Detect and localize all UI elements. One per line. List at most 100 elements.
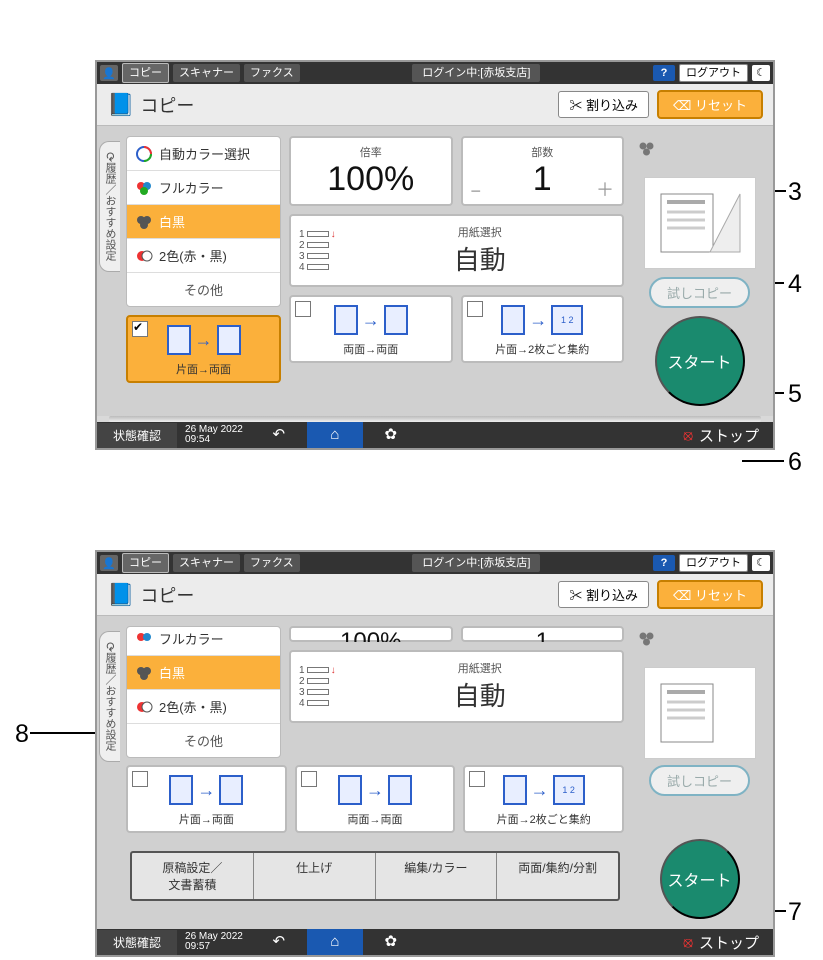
quantity-card[interactable]: 部数 1 − ＋	[461, 136, 625, 206]
reset-button[interactable]: ⌫ リセット	[657, 90, 763, 119]
qty-label: 部数	[531, 144, 553, 160]
bw-icon	[135, 213, 153, 231]
paper-label: 用紙選択	[346, 224, 614, 240]
duplex-icon: →	[334, 303, 408, 337]
color-other-label: その他	[184, 280, 223, 299]
duplex-1to2[interactable]: → 片面→両面	[126, 765, 287, 833]
footer: 状態確認 26 May 2022 09:54 ↶ ⌂ ✿ ⦻ ストップ	[97, 422, 773, 448]
system-topbar: 👤 コピー スキャナー ファクス ログイン中:[赤坂支店] ? ログアウト ☾	[97, 552, 773, 574]
paper-select-card[interactable]: 1 ↓ 2 3 4 用紙選択 自動	[289, 214, 624, 287]
duplex-a-label: 片面→両面	[176, 361, 231, 377]
color-bw[interactable]: 白黒	[127, 656, 280, 690]
color-auto-label: 自動カラー選択	[159, 144, 250, 163]
density-icon[interactable]	[638, 630, 656, 653]
logout-button[interactable]: ログアウト	[679, 64, 748, 82]
callout-3: 3	[788, 178, 802, 207]
app-header: 📘 コピー ✂ 割り込み ⌫ リセット	[97, 84, 773, 126]
stop-button[interactable]: ストップ	[699, 425, 773, 446]
interrupt-icon: ✂	[569, 588, 582, 603]
color-mode-list: フルカラー 白黒	[126, 626, 281, 758]
mode-scan[interactable]: スキャナー	[173, 64, 240, 82]
qty-value: 1	[533, 160, 552, 198]
tray-icon: 1 ↓ 2 3 4	[299, 665, 336, 709]
duplex-icon: →1 2	[501, 303, 583, 337]
paper-label: 用紙選択	[346, 660, 614, 676]
settings-button[interactable]: ✿	[363, 929, 419, 955]
color-bw[interactable]: 白黒	[127, 205, 280, 239]
tray-icon: 1 ↓ 2 3 4	[299, 229, 336, 273]
footer: 状態確認 26 May 2022 09:57 ↶ ⌂ ✿ ⦻ ストップ	[97, 929, 773, 955]
logout-button[interactable]: ログアウト	[679, 554, 748, 572]
status-button[interactable]: 状態確認	[97, 423, 177, 448]
trial-copy-button[interactable]: 試しコピー	[649, 277, 750, 308]
color-two[interactable]: 2色(赤・黒)	[127, 239, 280, 273]
bottom-tabs: 原稿設定／ 文書蓄積 仕上げ 編集/カラー 両面/集約/分割	[130, 851, 620, 901]
start-button[interactable]: スタート	[660, 839, 740, 919]
history-tab[interactable]: ⟳履歴／おすすめ設定	[99, 631, 120, 762]
qty-plus[interactable]: ＋	[596, 176, 614, 202]
mode-fax[interactable]: ファクス	[244, 554, 300, 572]
callout-line	[742, 460, 784, 462]
sleep-button[interactable]: ☾	[752, 65, 770, 81]
mode-copy[interactable]: コピー	[122, 63, 169, 83]
settings-button[interactable]: ✿	[363, 422, 419, 448]
color-other[interactable]: その他	[127, 724, 280, 757]
duplex-combine[interactable]: →1 2 片面→2枚ごと集約	[463, 765, 624, 833]
back-button[interactable]: ↶	[251, 929, 307, 955]
sleep-button[interactable]: ☾	[752, 555, 770, 571]
bw-icon	[135, 664, 153, 682]
mode-fax[interactable]: ファクス	[244, 64, 300, 82]
reset-label: リセット	[695, 588, 747, 603]
tab-original-settings[interactable]: 原稿設定／ 文書蓄積	[132, 853, 254, 899]
interrupt-button[interactable]: ✂ 割り込み	[558, 91, 649, 118]
duplex-c-label: 片面→2枚ごと集約	[495, 341, 589, 357]
color-bw-label: 白黒	[159, 663, 185, 682]
tab-finishing[interactable]: 仕上げ	[254, 853, 376, 899]
checkbox-icon	[467, 301, 483, 317]
color-full[interactable]: フルカラー	[127, 171, 280, 205]
color-two-label: 2色(赤・黒)	[159, 246, 227, 265]
color-auto[interactable]: 自動カラー選択	[127, 137, 280, 171]
status-button[interactable]: 状態確認	[97, 930, 177, 955]
start-button[interactable]: スタート	[655, 316, 745, 406]
duplex-1to2-left[interactable]: → 片面→両面	[126, 315, 281, 383]
mode-scan[interactable]: スキャナー	[173, 554, 240, 572]
duplex-combine[interactable]: →1 2 片面→2枚ごと集約	[461, 295, 625, 363]
tab-edit-color[interactable]: 編集/カラー	[376, 853, 498, 899]
help-button[interactable]: ?	[653, 65, 675, 81]
home-button[interactable]: ⌂	[307, 929, 363, 955]
color-mode-list: 自動カラー選択 フルカラー 白黒	[126, 136, 281, 307]
interrupt-button[interactable]: ✂ 割り込み	[558, 581, 649, 608]
duplex-b-label: 両面→両面	[348, 811, 403, 827]
ratio-card[interactable]: 倍率 100%	[289, 136, 453, 206]
duplex-2to2[interactable]: → 両面→両面	[289, 295, 453, 363]
auto-color-icon	[135, 145, 153, 163]
qty-minus[interactable]: −	[471, 181, 482, 202]
checkbox-icon	[295, 301, 311, 317]
page-title: コピー	[140, 582, 194, 608]
duplex-2to2[interactable]: → 両面→両面	[295, 765, 456, 833]
history-tab[interactable]: ⟳履歴／おすすめ設定	[99, 141, 120, 272]
color-two[interactable]: 2色(赤・黒)	[127, 690, 280, 724]
mode-copy[interactable]: コピー	[122, 553, 169, 573]
qty-value-partial: 1	[536, 628, 549, 642]
color-two-label: 2色(赤・黒)	[159, 697, 227, 716]
output-preview	[644, 177, 756, 269]
callout-8: 8	[15, 720, 29, 749]
home-button[interactable]: ⌂	[307, 422, 363, 448]
back-button[interactable]: ↶	[251, 422, 307, 448]
user-icon[interactable]: 👤	[100, 65, 118, 81]
interrupt-icon: ✂	[569, 98, 582, 113]
color-other[interactable]: その他	[127, 273, 280, 306]
trial-copy-button[interactable]: 試しコピー	[649, 765, 750, 796]
stop-icon: ⦻	[683, 427, 693, 444]
tab-duplex-combine-split[interactable]: 両面/集約/分割	[497, 853, 618, 899]
help-button[interactable]: ?	[653, 555, 675, 571]
duplex-icon: →	[169, 773, 243, 807]
density-icon[interactable]	[638, 140, 656, 163]
paper-select-card[interactable]: 1 ↓ 2 3 4 用紙選択 自動	[289, 650, 624, 723]
stop-button[interactable]: ストップ	[699, 932, 773, 953]
user-icon[interactable]: 👤	[100, 555, 118, 571]
color-full[interactable]: フルカラー	[127, 627, 280, 656]
reset-button[interactable]: ⌫ リセット	[657, 580, 763, 609]
